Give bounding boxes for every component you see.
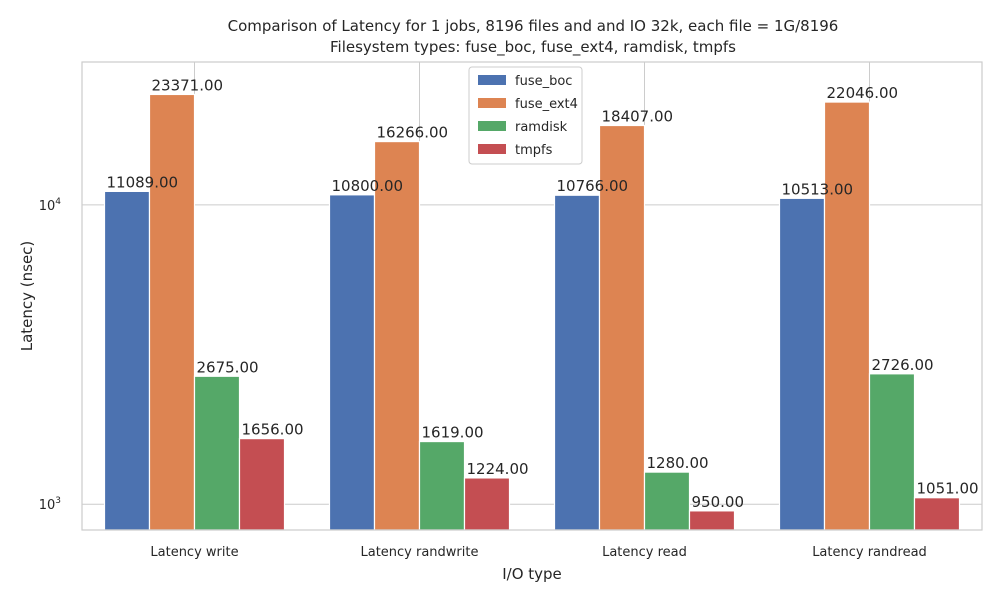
bar-value-label: 16266.00 bbox=[377, 124, 449, 142]
bar-value-label: 18407.00 bbox=[602, 108, 674, 126]
bar-value-label: 1051.00 bbox=[917, 480, 979, 498]
y-tick-label: 103 bbox=[39, 496, 61, 513]
x-axis-label: I/O type bbox=[502, 565, 562, 583]
bar-value-label: 10513.00 bbox=[782, 180, 854, 198]
chart-subtitle: Filesystem types: fuse_boc, fuse_ext4, r… bbox=[330, 38, 736, 57]
legend-swatch-ramdisk bbox=[478, 121, 506, 131]
bar-tmpfs-0 bbox=[238, 438, 286, 531]
bar-value-label: 11089.00 bbox=[107, 173, 179, 191]
legend-swatch-tmpfs bbox=[478, 144, 506, 154]
bar-fuse_ext4-3 bbox=[823, 101, 871, 531]
y-tick-labels: 103 104 bbox=[39, 197, 62, 513]
bar-value-label: 1224.00 bbox=[467, 460, 529, 478]
bar-value-label: 1280.00 bbox=[647, 454, 709, 472]
bar-value-label: 10766.00 bbox=[557, 177, 629, 195]
x-tick-labels: Latency write Latency randwrite Latency re… bbox=[150, 545, 926, 560]
legend-label-ramdisk: ramdisk bbox=[515, 120, 568, 135]
bar-fuse_boc-2 bbox=[553, 194, 601, 531]
bar-ramdisk-2 bbox=[643, 471, 691, 531]
bar-value-label: 1619.00 bbox=[422, 424, 484, 442]
x-tick-label: Latency randwrite bbox=[360, 545, 478, 560]
y-tick-label: 104 bbox=[39, 197, 62, 214]
bar-ramdisk-3 bbox=[868, 373, 916, 531]
bar-value-label: 1656.00 bbox=[242, 421, 304, 439]
bar-tmpfs-1 bbox=[463, 477, 511, 531]
bar-fuse_ext4-0 bbox=[148, 93, 196, 531]
legend-label-tmpfs: tmpfs bbox=[515, 143, 553, 158]
legend-swatch-fuse_ext4 bbox=[478, 98, 506, 108]
bar-fuse_boc-1 bbox=[328, 194, 376, 531]
bar-fuse_ext4-1 bbox=[373, 140, 421, 531]
bar-value-label: 2726.00 bbox=[872, 356, 934, 374]
bar-ramdisk-0 bbox=[193, 375, 241, 531]
x-tick-label: Latency randread bbox=[812, 545, 927, 560]
x-tick-label: Latency write bbox=[150, 545, 238, 560]
bar-fuse_boc-3 bbox=[778, 197, 826, 531]
x-tick-label: Latency read bbox=[602, 545, 687, 560]
bar-value-label: 22046.00 bbox=[827, 84, 899, 102]
bar-value-label: 950.00 bbox=[692, 493, 745, 511]
legend: fuse_boc fuse_ext4ramdisk tmpfs bbox=[468, 66, 583, 165]
latency-bar-chart: 11089.00 10800.00 10766.00 10513.00 23371.00… bbox=[18, 17, 983, 583]
bar-fuse_boc-0 bbox=[103, 190, 151, 531]
chart-title: Comparison of Latency for 1 jobs, 8196 f… bbox=[228, 17, 839, 35]
bar-ramdisk-1 bbox=[418, 440, 466, 531]
legend-swatch-fuse_boc bbox=[478, 75, 506, 85]
bar-value-label: 10800.00 bbox=[332, 177, 404, 195]
bar-value-label: 23371.00 bbox=[152, 76, 224, 94]
bar-tmpfs-2 bbox=[688, 510, 736, 531]
bar-value-label: 2675.00 bbox=[197, 358, 259, 376]
legend-label-fuse_ext4: fuse_ext4 bbox=[515, 97, 578, 112]
bar-tmpfs-3 bbox=[913, 497, 961, 531]
y-axis-label: Latency (nsec) bbox=[18, 241, 36, 352]
legend-label-fuse_boc: fuse_boc bbox=[515, 74, 572, 89]
